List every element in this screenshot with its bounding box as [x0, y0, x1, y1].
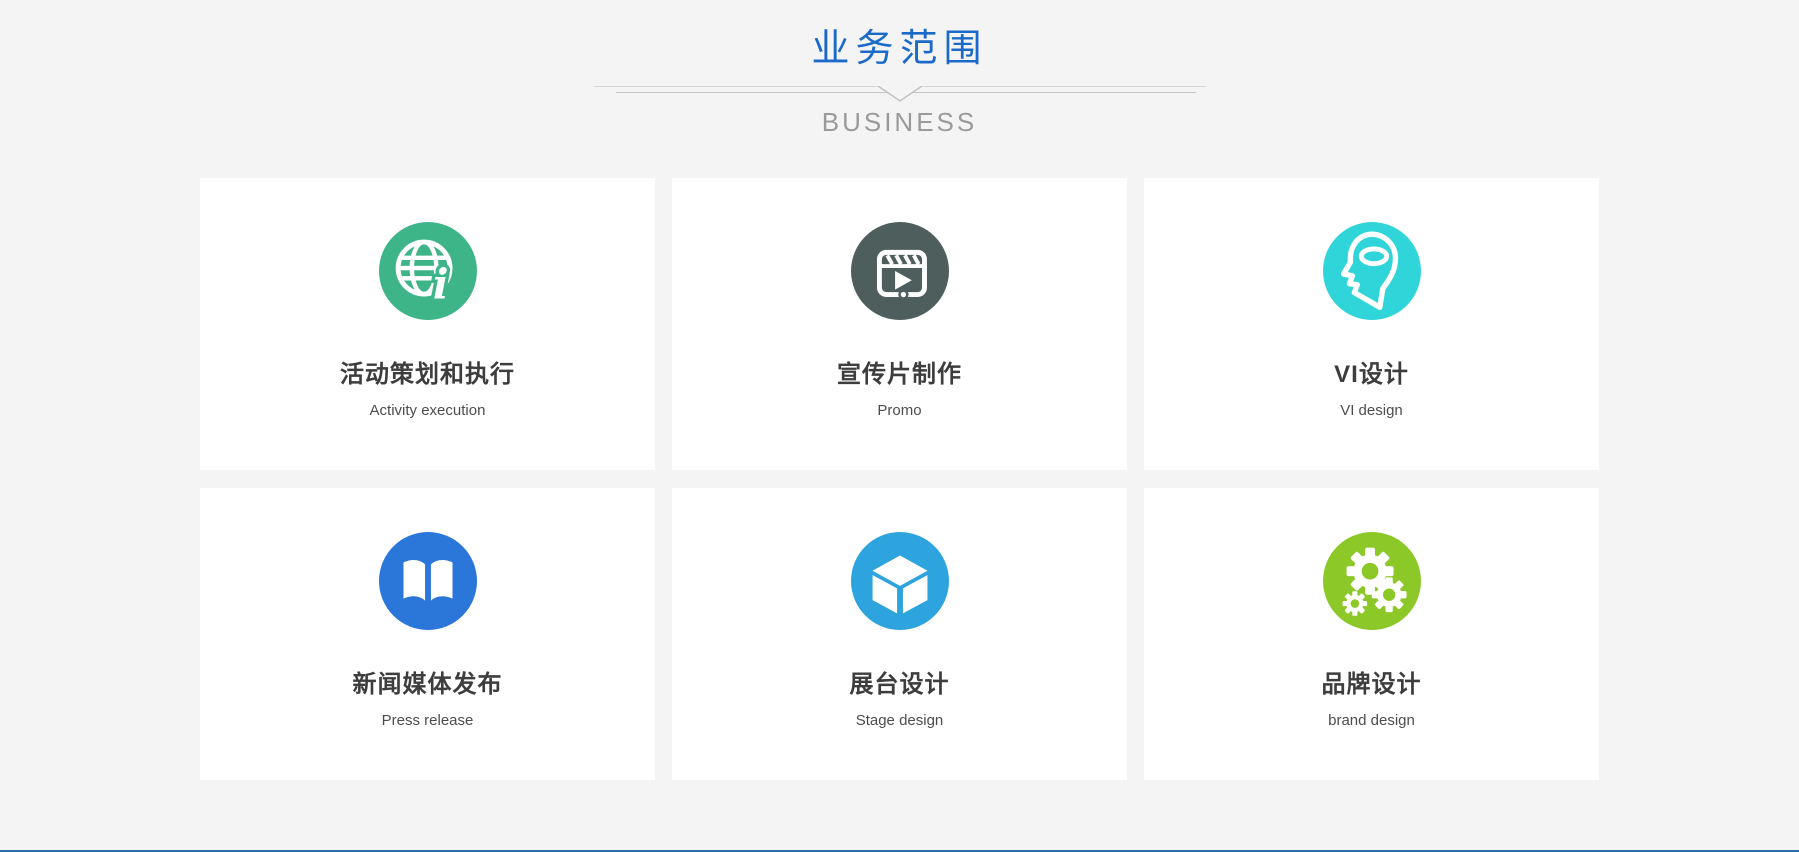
card-press-release[interactable]: 新闻媒体发布 Press release	[200, 488, 655, 780]
section-subtitle: BUSINESS	[0, 107, 1799, 138]
svg-text:i: i	[432, 259, 448, 308]
card-title: 宣传片制作	[672, 354, 1127, 389]
card-promo[interactable]: 宣传片制作 Promo	[672, 178, 1127, 470]
cube-icon	[851, 532, 949, 630]
card-title: VI设计	[1144, 354, 1599, 389]
card-vi-design[interactable]: VI设计 VI design	[1144, 178, 1599, 470]
section-title: 业务范围	[0, 29, 1799, 71]
card-subtitle: Stage design	[672, 712, 1127, 729]
card-title: 活动策划和执行	[200, 354, 655, 389]
business-cards-grid: i 活动策划和执行 Activity execution 宣传片制作 Promo	[200, 178, 1599, 780]
card-brand-design[interactable]: 品牌设计 brand design	[1144, 488, 1599, 780]
open-book-icon	[379, 532, 477, 630]
card-subtitle: brand design	[1144, 712, 1599, 729]
card-subtitle: Activity execution	[200, 402, 655, 419]
card-subtitle: VI design	[1144, 402, 1599, 419]
section-divider	[594, 83, 1206, 103]
card-stage-design[interactable]: 展台设计 Stage design	[672, 488, 1127, 780]
card-title: 展台设计	[672, 664, 1127, 699]
gears-icon	[1323, 532, 1421, 630]
card-subtitle: Promo	[672, 402, 1127, 419]
card-activity-execution[interactable]: i 活动策划和执行 Activity execution	[200, 178, 655, 470]
clapperboard-play-icon	[851, 222, 949, 320]
card-title: 新闻媒体发布	[200, 664, 655, 699]
card-title: 品牌设计	[1144, 664, 1599, 699]
chevron-down-icon	[877, 86, 923, 103]
globe-info-icon: i	[379, 222, 477, 320]
business-section-header: 业务范围 BUSINESS	[0, 0, 1799, 138]
head-brain-icon	[1323, 222, 1421, 320]
card-subtitle: Press release	[200, 712, 655, 729]
